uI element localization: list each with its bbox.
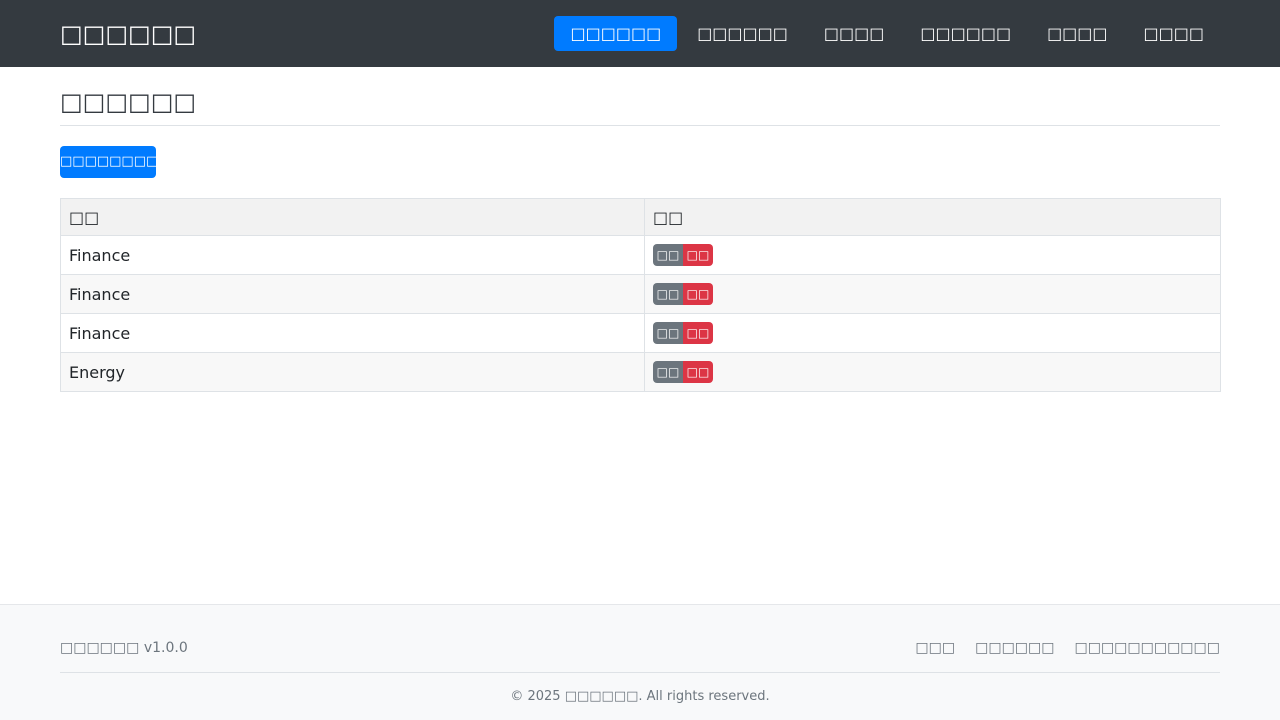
data-table: □□ □□ Finance □□ □□ Finance □□ □□ Finance … [60, 198, 1221, 392]
page-title: □□□□□□ [60, 88, 197, 116]
column-header-name: □□ [60, 198, 645, 236]
row-actions-cell: □□ □□ [644, 313, 1221, 353]
nav-item-3[interactable]: □□□□ [808, 16, 900, 51]
table-row: Finance □□ □□ [60, 274, 1221, 314]
footer-link-1[interactable]: □□□ [915, 639, 955, 657]
edit-button[interactable]: □□ [653, 361, 683, 383]
title-divider [60, 125, 1220, 126]
table-row: Finance □□ □□ [60, 235, 1221, 275]
delete-button[interactable]: □□ [683, 244, 713, 266]
table-row: Finance □□ □□ [60, 313, 1221, 353]
row-name-cell: Finance [60, 235, 645, 275]
footer-link-3[interactable]: □□□□□□□□□□□ [1074, 639, 1220, 657]
row-actions-cell: □□ □□ [644, 274, 1221, 314]
nav-item-1[interactable]: □□□□□□ [554, 16, 678, 51]
footer-links: □□□ □□□□□□ □□□□□□□□□□□ [915, 639, 1220, 657]
row-name-cell: Finance [60, 313, 645, 353]
nav-item-2[interactable]: □□□□□□ [681, 16, 804, 51]
row-actions-cell: □□ □□ [644, 352, 1221, 392]
delete-button[interactable]: □□ [683, 361, 713, 383]
nav-item-6[interactable]: □□□□ [1128, 16, 1220, 51]
column-header-actions: □□ [644, 198, 1221, 236]
footer-divider [60, 672, 1220, 673]
footer-version: □□□□□□ v1.0.0 [60, 640, 188, 656]
add-button[interactable]: □□□□□□□□ [60, 146, 156, 178]
row-name-cell: Finance [60, 274, 645, 314]
nav-item-5[interactable]: □□□□ [1031, 16, 1123, 51]
table-row: Energy □□ □□ [60, 352, 1221, 392]
nav-item-4[interactable]: □□□□□□ [904, 16, 1027, 51]
page-footer: □□□□□□ v1.0.0 □□□ □□□□□□ □□□□□□□□□□□ © 2… [0, 604, 1280, 720]
edit-button[interactable]: □□ [653, 322, 683, 344]
footer-copyright: © 2025 □□□□□□. All rights reserved. [510, 689, 770, 704]
main-nav: □□□□□□ □□□□□□ □□□□ □□□□□□ □□□□ □□□□ [554, 16, 1220, 51]
delete-button[interactable]: □□ [683, 322, 713, 344]
row-actions-cell: □□ □□ [644, 235, 1221, 275]
edit-button[interactable]: □□ [653, 283, 683, 305]
table-header-row: □□ □□ [60, 198, 1221, 236]
top-navbar: □□□□□□ □□□□□□ □□□□□□ □□□□ □□□□□□ □□□□ □□… [0, 0, 1280, 67]
brand-logo-text[interactable]: □□□□□□ [60, 18, 196, 50]
edit-button[interactable]: □□ [653, 244, 683, 266]
delete-button[interactable]: □□ [683, 283, 713, 305]
footer-link-2[interactable]: □□□□□□ [975, 639, 1054, 657]
row-name-cell: Energy [60, 352, 645, 392]
